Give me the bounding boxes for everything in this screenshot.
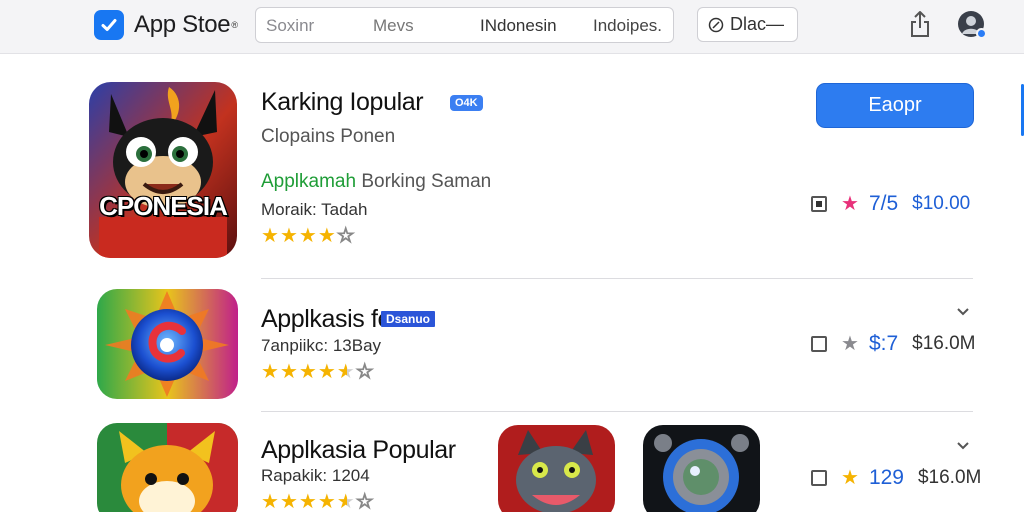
featured-rating-value: 7/5 — [868, 191, 899, 215]
app-price-3: $16.0M — [917, 466, 982, 488]
app-icon-3[interactable] — [97, 423, 238, 512]
app-right-info-2: ★ $:7 $16.0M — [811, 331, 976, 356]
star-icon: ★ — [317, 361, 336, 383]
star-half-icon: ★ — [336, 361, 355, 383]
developer-name-rest: Borking Saman — [356, 171, 492, 192]
star-icon: ★ — [317, 491, 336, 512]
featured-app-badge: O4K — [450, 95, 483, 111]
featured-price: $10.00 — [912, 192, 971, 214]
search-segment-4[interactable]: Indoipes. — [593, 16, 662, 36]
get-button[interactable]: Eaopr — [816, 83, 974, 128]
featured-app-subtitle: Clopains Ponen — [261, 126, 396, 147]
app-badge-2: Dsanuo — [381, 311, 436, 327]
developer-highlight: Applkamah — [261, 171, 357, 192]
app-star-rating-3: ★ ★ ★ ★ ★ ☆ — [261, 491, 375, 512]
featured-app-icon[interactable]: CPONESIA — [89, 82, 237, 258]
featured-app-meta: Moraik: Tadah — [261, 200, 368, 219]
featured-icon-caption: CPONESIA — [99, 191, 228, 221]
app-meta-3: Rapakik: 1204 — [261, 466, 370, 485]
select-checkbox[interactable] — [811, 335, 827, 352]
star-icon: ★ — [317, 225, 336, 247]
chevron-down-icon[interactable] — [955, 440, 971, 452]
star-empty-icon: ☆ — [336, 225, 355, 247]
featured-star-rating: ★ ★ ★ ★ ☆ — [261, 225, 356, 247]
featured-app-title[interactable]: Karking Iopular — [261, 88, 424, 117]
featured-app-developer[interactable]: Applkamah Borking Saman — [261, 171, 491, 193]
star-icon: ★ — [279, 361, 298, 383]
trademark-mark: ® — [231, 20, 238, 30]
app-title-3[interactable]: Applkasia Popular — [261, 436, 456, 465]
app-rating-value-3: 129 — [868, 465, 904, 489]
star-icon: ★ — [298, 491, 317, 512]
star-icon: ★ — [298, 225, 317, 247]
app-rating-value-2: $:7 — [868, 331, 899, 355]
select-checkbox[interactable] — [811, 195, 827, 212]
app-store-title: App Stoe — [134, 11, 231, 38]
app-title-2[interactable]: Applkasis fe — [261, 305, 391, 334]
select-checkbox[interactable] — [811, 469, 827, 486]
chevron-down-icon[interactable] — [955, 306, 971, 318]
search-bar[interactable]: Soxinr Mevs INdonesin Indoipes. — [255, 7, 674, 43]
star-icon: ★ — [279, 491, 298, 512]
app-price-2: $16.0M — [912, 332, 976, 354]
search-segment-2[interactable]: Mevs — [373, 16, 414, 36]
share-icon[interactable] — [908, 9, 932, 39]
filter-label: Dlac— — [730, 14, 785, 34]
screenshot-thumbnail-1[interactable] — [498, 425, 615, 512]
top-bar: App Stoe ® Soxinr Mevs INdonesin Indoipes… — [0, 0, 1024, 54]
app-star-rating-2: ★ ★ ★ ★ ★ ☆ — [261, 361, 375, 383]
star-icon: ★ — [261, 491, 279, 512]
app-meta-2: 7anpiikc: 13Bay — [261, 336, 382, 355]
user-avatar[interactable] — [958, 11, 987, 39]
app-right-info-3: ★ 129 $16.0M — [811, 465, 981, 490]
row-divider — [261, 411, 973, 412]
star-icon: ★ — [261, 361, 279, 383]
star-icon: ★ — [261, 225, 279, 247]
rating-star-icon: ★ — [841, 333, 859, 355]
row-divider — [261, 278, 973, 279]
app-icon-2[interactable] — [97, 289, 238, 399]
star-half-icon: ★ — [336, 491, 355, 512]
app-store-brand[interactable]: App Stoe ® — [94, 9, 238, 41]
app-store-logo-icon — [94, 10, 124, 40]
star-icon: ★ — [279, 225, 298, 247]
search-segment-3[interactable]: INdonesin — [480, 16, 557, 36]
rating-star-icon: ★ — [841, 467, 859, 489]
star-empty-icon: ☆ — [355, 491, 374, 512]
star-empty-icon: ☆ — [355, 361, 374, 383]
screenshot-thumbnail-2[interactable] — [643, 425, 760, 512]
rating-star-icon: ★ — [841, 193, 859, 215]
notification-dot — [976, 28, 987, 39]
search-segment-1[interactable]: Soxinr — [266, 16, 314, 36]
star-icon: ★ — [298, 361, 317, 383]
featured-right-info: ★ 7/5 $10.00 — [811, 191, 970, 216]
filter-button[interactable]: Dlac— — [697, 7, 798, 42]
tag-icon — [708, 17, 724, 32]
